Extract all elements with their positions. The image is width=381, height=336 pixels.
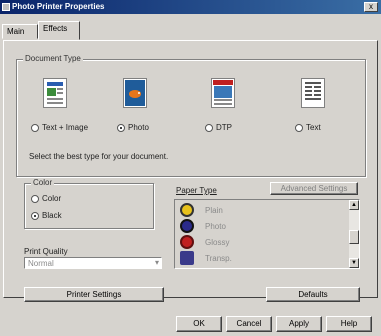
scroll-up-icon[interactable]: ▲ (349, 200, 359, 210)
advanced-settings-button[interactable]: Advanced Settings (270, 182, 358, 195)
glossy-paper-icon (180, 235, 194, 249)
paper-item-glossy[interactable]: Glossy (205, 238, 229, 247)
cancel-button[interactable]: Cancel (226, 316, 272, 332)
help-button[interactable]: Help (326, 316, 372, 332)
print-quality-label: Print Quality (24, 247, 68, 256)
transparency-paper-icon (180, 251, 194, 265)
text-image-doc-icon[interactable] (43, 78, 67, 108)
print-quality-value: Normal (28, 259, 54, 268)
paper-item-plain[interactable]: Plain (205, 206, 223, 215)
color-legend: Color (31, 178, 55, 187)
printer-icon (2, 3, 10, 11)
paper-type-list[interactable]: Plain Photo Glossy Transp. ▲ ▼ (174, 199, 360, 269)
scroll-down-icon[interactable]: ▼ (349, 258, 359, 268)
dtp-label: DTP (216, 123, 232, 132)
black-option-label: Black (42, 211, 62, 220)
paper-item-transparency[interactable]: Transp. (205, 254, 232, 263)
close-button[interactable]: x (364, 2, 378, 12)
document-type-hint: Select the best type for your document. (29, 152, 169, 161)
document-type-legend: Document Type (23, 54, 83, 63)
color-radio[interactable] (31, 195, 39, 203)
apply-button[interactable]: Apply (276, 316, 322, 332)
chevron-down-icon: ▾ (154, 258, 159, 267)
text-radio[interactable] (295, 124, 303, 132)
dtp-doc-icon[interactable] (211, 78, 235, 108)
plain-paper-icon (180, 203, 194, 217)
paper-item-photo[interactable]: Photo (205, 222, 226, 231)
dtp-radio[interactable] (205, 124, 213, 132)
tab-effects[interactable]: Effects (38, 21, 80, 40)
tab-panel: Document Type Text + Image Photo DTP Tex… (3, 40, 378, 302)
text-label: Text (306, 123, 321, 132)
tab-main[interactable]: Main (2, 24, 38, 39)
title-bar: Photo Printer Properties x (0, 0, 381, 14)
text-image-label: Text + Image (42, 123, 89, 132)
defaults-button[interactable]: Defaults (266, 287, 360, 302)
print-quality-select[interactable]: Normal ▾ (24, 257, 162, 269)
scroll-thumb[interactable] (349, 230, 359, 244)
document-type-group: Document Type Text + Image Photo DTP Tex… (16, 54, 366, 177)
color-option-label: Color (42, 194, 62, 203)
paper-type-header: Paper Type (176, 186, 217, 195)
text-doc-icon[interactable] (301, 78, 325, 108)
photo-paper-icon (180, 219, 194, 233)
color-group: Color Color Black (24, 178, 154, 229)
printer-settings-button[interactable]: Printer Settings (24, 287, 164, 302)
text-image-radio[interactable] (31, 124, 39, 132)
ok-button[interactable]: OK (176, 316, 222, 332)
black-radio[interactable] (31, 212, 39, 220)
window-title: Photo Printer Properties (12, 2, 105, 11)
photo-label: Photo (128, 123, 149, 132)
photo-doc-icon[interactable] (123, 78, 147, 108)
photo-radio[interactable] (117, 124, 125, 132)
paper-list-scrollbar[interactable]: ▲ ▼ (349, 200, 359, 268)
